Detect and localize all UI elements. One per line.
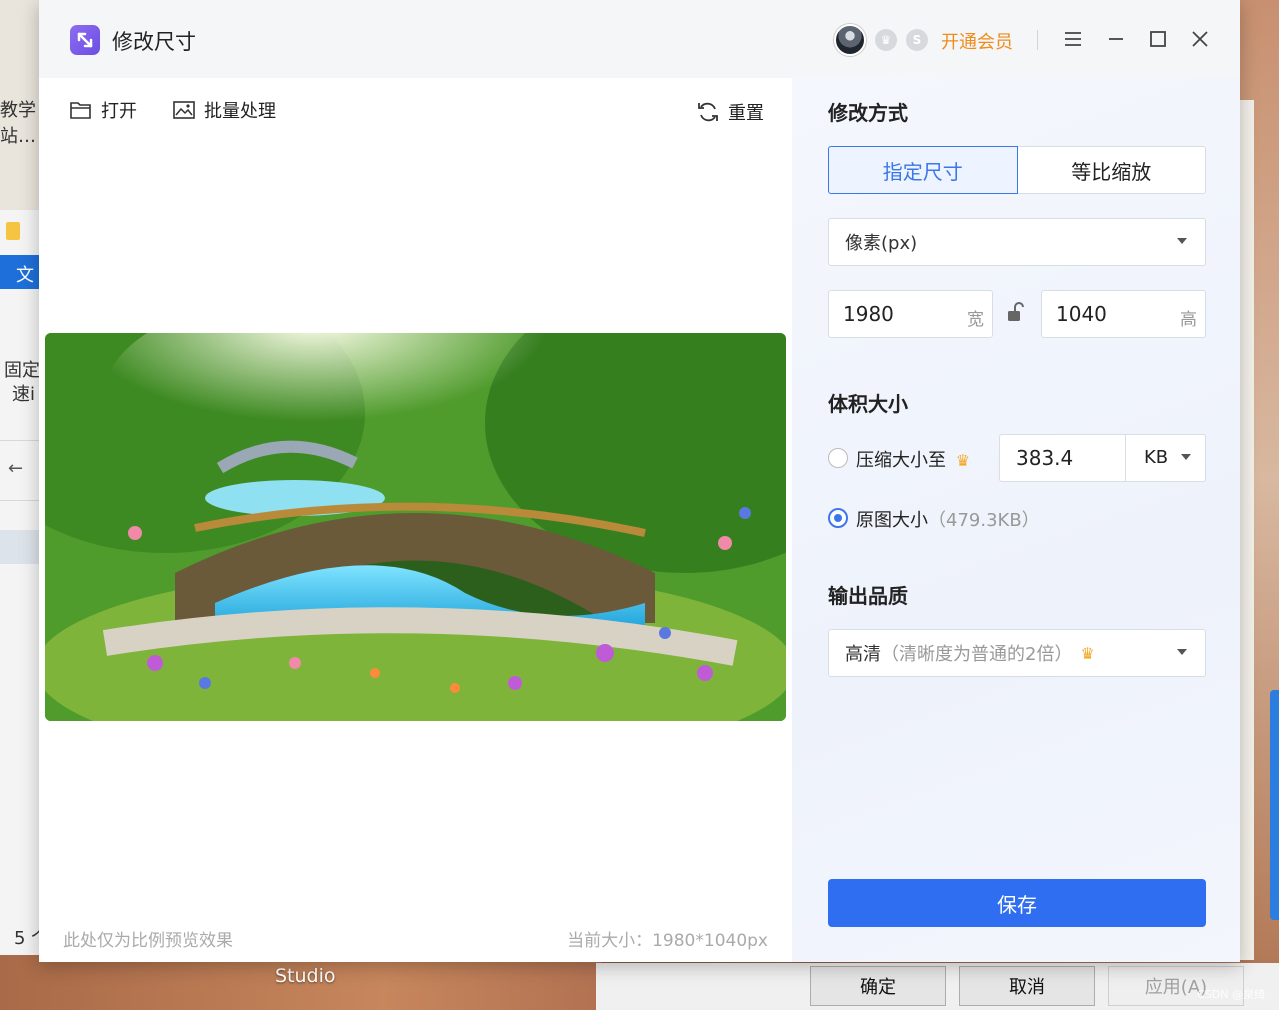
chevron-down-icon [1177, 238, 1187, 244]
bg-text-fragment: 教学 [0, 100, 36, 121]
original-size-value: （479.3KB） [928, 510, 1040, 531]
tab-proportional-scale[interactable]: 等比缩放 [1017, 146, 1206, 194]
folder-icon [6, 222, 20, 240]
tab-specify-size[interactable]: 指定尺寸 [828, 146, 1018, 194]
divider [0, 500, 40, 501]
original-size-option[interactable]: 原图大小（479.3KB） [856, 506, 1040, 532]
bg-file-tab: 文 [0, 255, 40, 289]
crown-badge-icon: ♛ [875, 29, 897, 51]
chevron-down-icon[interactable] [1181, 454, 1191, 460]
cancel-button[interactable]: 取消 [959, 966, 1095, 1006]
background-window-right [1240, 0, 1279, 960]
current-size-text: 当前大小：1980*1040px [567, 931, 768, 951]
compress-value: 383.4 [1016, 446, 1074, 470]
crown-icon: ♛ [955, 451, 971, 470]
width-input[interactable]: 1980 宽 [828, 290, 993, 338]
back-arrow-icon: ← [8, 458, 24, 479]
mode-tabs: 指定尺寸 等比缩放 [828, 146, 1206, 194]
app-logo-icon [70, 25, 100, 55]
folder-open-icon [70, 102, 91, 119]
quality-select[interactable]: 高清 （清晰度为普通的2倍） ♛ [828, 629, 1206, 677]
open-label: 打开 [101, 101, 137, 122]
compress-radio[interactable] [828, 448, 848, 468]
unlock-icon[interactable] [1006, 301, 1026, 323]
watermark: CSDN @泉绮 [1197, 988, 1265, 1001]
bg-blue-element [1270, 690, 1279, 920]
bg-text-fragment: 固定 [4, 360, 40, 381]
ok-button[interactable]: 确定 [810, 966, 946, 1006]
resize-dialog: 修改尺寸 ♛ S 开通会员 打开 批量处理 重置 此处仅为比例预览效果 当前大小… [39, 0, 1240, 962]
refresh-icon [698, 102, 718, 122]
vip-membership-link[interactable]: 开通会员 [941, 28, 1013, 54]
preview-note: 此处仅为比例预览效果 [63, 931, 233, 951]
crown-icon: ♛ [1080, 643, 1095, 663]
compress-option[interactable]: 压缩大小至 ♛ [856, 446, 970, 472]
original-size-radio[interactable] [828, 508, 848, 528]
height-unit: 高 [1180, 310, 1197, 330]
background-explorer-window: 教学 站… 文 固定 速i ← 5 个 [0, 0, 49, 955]
batch-process-label: 批量处理 [204, 101, 276, 122]
divider [1125, 435, 1126, 481]
compress-unit: KB [1144, 447, 1169, 468]
image-icon [173, 101, 195, 119]
quality-description: （清晰度为普通的2倍） [881, 644, 1073, 665]
bg-text-fragment: 速i [12, 384, 36, 405]
background-taskbar-area: Studio 确定 取消 应用(A) CSDN @泉绮 [0, 955, 1279, 1010]
menu-icon[interactable] [1058, 24, 1088, 54]
preview-panel: 打开 批量处理 重置 此处仅为比例预览效果 当前大小：1980*1040px [39, 78, 792, 962]
batch-process-button[interactable]: 批量处理 [172, 97, 276, 123]
minimize-icon[interactable] [1101, 24, 1131, 54]
width-unit: 宽 [967, 310, 984, 330]
height-input[interactable]: 1040 高 [1041, 290, 1206, 338]
desktop-icon-label[interactable]: Studio [275, 965, 336, 987]
maximize-icon[interactable] [1143, 24, 1173, 54]
unit-select-value: 像素(px) [845, 233, 918, 254]
reset-label: 重置 [728, 103, 764, 124]
compress-label: 压缩大小至 [856, 450, 946, 471]
unit-select[interactable]: 像素(px) [828, 218, 1206, 266]
quality-value: 高清 [845, 644, 881, 665]
title-bar: 修改尺寸 ♛ S 开通会员 [39, 0, 1240, 78]
settings-panel: 修改方式 指定尺寸 等比缩放 像素(px) 1980 宽 1040 高 体积大小… [792, 78, 1240, 962]
svip-badge-icon: S [906, 29, 928, 51]
close-icon[interactable] [1185, 24, 1215, 54]
open-button[interactable]: 打开 [69, 97, 137, 123]
preview-image [45, 333, 786, 721]
dialog-title: 修改尺寸 [112, 30, 196, 54]
height-value: 1040 [1056, 302, 1107, 326]
mode-section-title: 修改方式 [828, 101, 908, 125]
compress-size-input[interactable]: 383.4 KB [999, 434, 1206, 482]
bg-window-body [1240, 100, 1254, 960]
original-size-label: 原图大小 [856, 510, 928, 531]
divider [0, 440, 40, 441]
reset-button[interactable]: 重置 [696, 99, 764, 125]
quality-section-title: 输出品质 [828, 584, 908, 608]
save-button[interactable]: 保存 [828, 879, 1206, 927]
chevron-down-icon [1177, 649, 1187, 655]
divider [1037, 30, 1038, 50]
bg-text-fragment: 站… [0, 126, 36, 147]
user-avatar[interactable] [834, 24, 866, 56]
volume-section-title: 体积大小 [828, 392, 908, 416]
width-value: 1980 [843, 302, 894, 326]
bg-selected-row [0, 530, 40, 564]
